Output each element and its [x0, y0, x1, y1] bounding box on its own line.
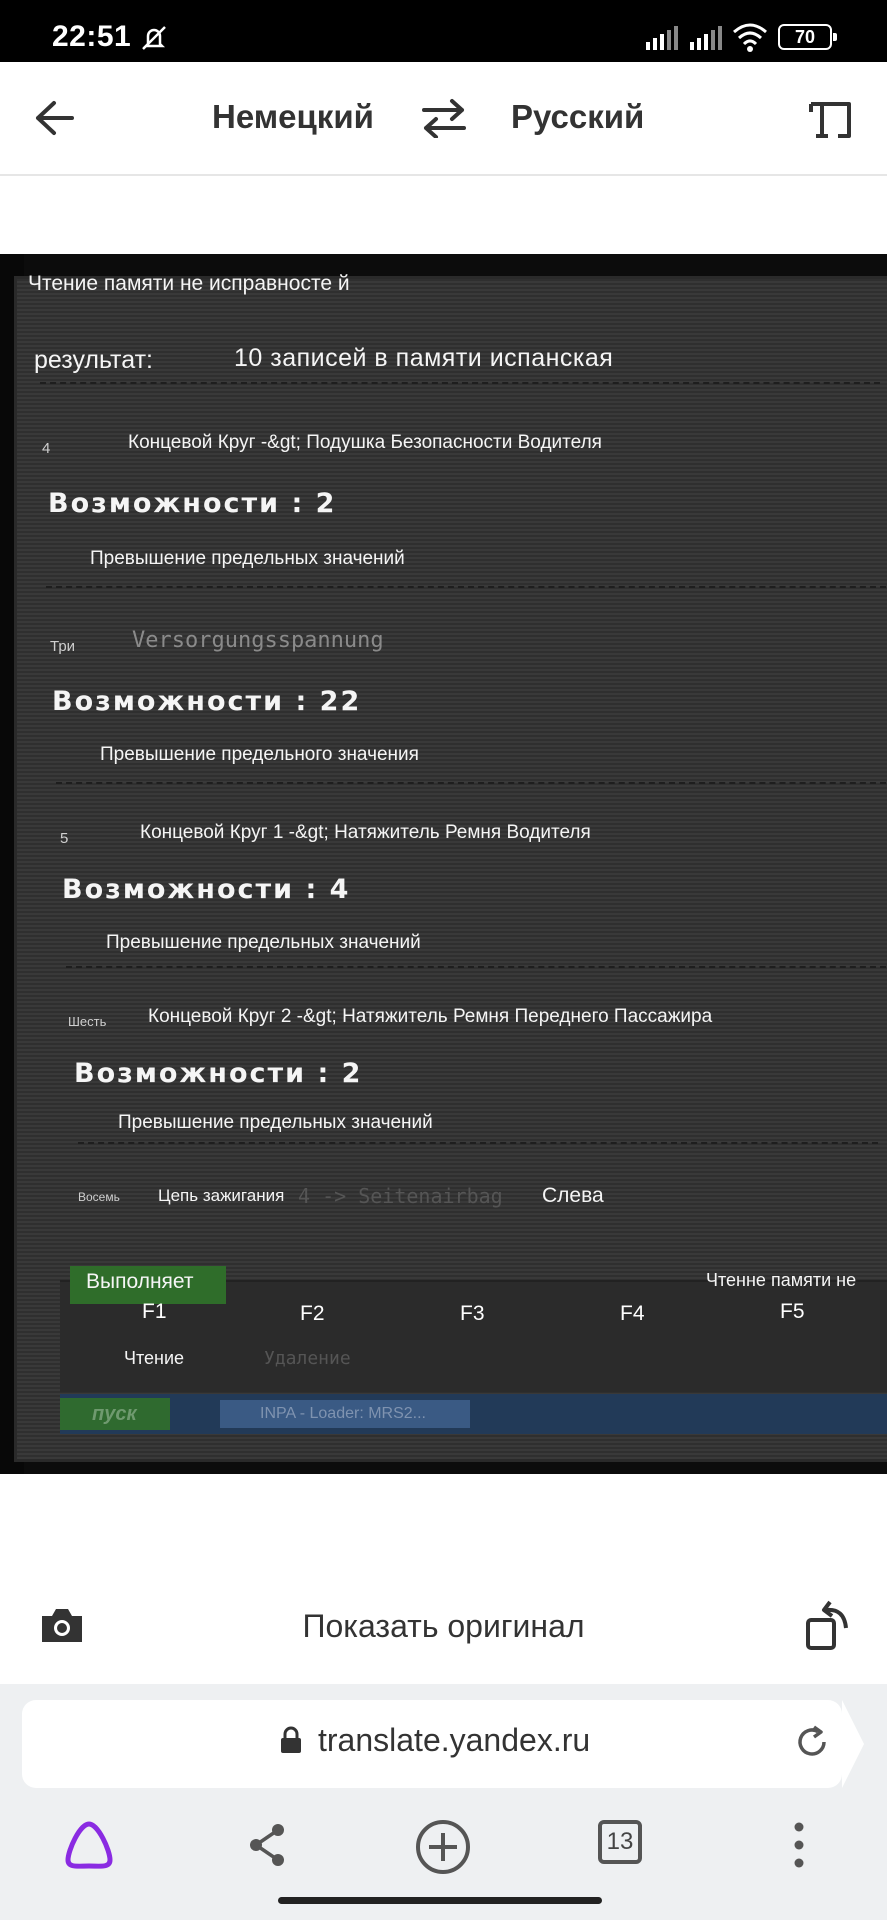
browser-navbar: 13	[0, 1804, 887, 1894]
status-time: 22:51	[52, 20, 132, 53]
browser-chrome: translate.yandex.ru 13	[0, 1684, 887, 1920]
record-description: Превышение предельных значений	[90, 548, 405, 569]
more-menu-icon[interactable]	[784, 1818, 814, 1872]
signal-icon	[646, 26, 678, 50]
rotate-icon[interactable]	[804, 1598, 852, 1652]
record-ghost-text: 4 -> Seitenairbag	[298, 1184, 503, 1208]
battery-indicator: 70	[778, 24, 837, 50]
record-number: Шесть	[68, 1014, 107, 1029]
record-side: Слева	[542, 1184, 604, 1207]
record-number: Восемь	[78, 1190, 120, 1204]
share-icon[interactable]	[244, 1818, 292, 1872]
result-label: результат:	[34, 346, 153, 374]
translate-header: Немецкий Русский	[0, 62, 887, 176]
fkey-f4: F4	[620, 1302, 645, 1325]
fkey-f5: F5	[780, 1300, 805, 1323]
source-language-button[interactable]: Немецкий	[212, 98, 374, 136]
f1-sublabel: Чтение	[124, 1348, 185, 1368]
taskbar-item: INPA - Loader: MRS2...	[220, 1400, 470, 1428]
target-language-button[interactable]: Русский	[511, 98, 644, 136]
swap-languages-icon[interactable]	[420, 98, 468, 138]
text-mode-icon[interactable]	[808, 100, 852, 140]
f2-sublabel: Удаление	[264, 1348, 351, 1369]
right-status-text: Чтенне памяти не	[706, 1270, 857, 1290]
fkey-f3: F3	[460, 1302, 485, 1325]
fkey-f2: F2	[300, 1302, 325, 1325]
url-text[interactable]: translate.yandex.ru	[318, 1722, 590, 1759]
reload-icon[interactable]	[794, 1724, 830, 1760]
wifi-icon	[733, 23, 767, 52]
result-value: 10 записей в памяти испанская	[234, 344, 614, 372]
record-number: 4	[42, 440, 51, 457]
record-description: Превышение предельных значений	[118, 1112, 433, 1133]
windows-taskbar: пуск INPA - Loader: MRS2...	[60, 1394, 887, 1434]
record-capability: Возможности : 2	[74, 1058, 363, 1089]
show-original-button[interactable]: Показать оригинал	[0, 1608, 887, 1645]
photo-actions: Показать оригинал	[0, 1580, 887, 1672]
record-description: Превышение предельного значения	[100, 744, 419, 765]
record-capability: Возможности : 22	[52, 686, 362, 717]
status-bar: 22:51 70	[0, 0, 887, 62]
new-tab-icon[interactable]	[414, 1818, 472, 1876]
record-title: Концевой Круг 2 -&gt; Натяжитель Ремня П…	[148, 1006, 713, 1027]
signal-icon-2	[690, 26, 722, 50]
record-capability: Возможности : 2	[48, 488, 337, 519]
record-number: 5	[60, 830, 69, 847]
fkey-f1: F1	[142, 1300, 167, 1323]
tabs-count-button[interactable]: 13	[598, 1820, 642, 1864]
lock-icon	[281, 1726, 301, 1753]
record-capability: Возможности : 4	[62, 874, 351, 905]
home-indicator[interactable]	[278, 1897, 602, 1904]
address-bar[interactable]: translate.yandex.ru	[22, 1700, 864, 1788]
alice-assistant-icon[interactable]	[62, 1818, 116, 1872]
back-arrow-icon[interactable]	[34, 100, 74, 136]
record-description: Превышение предельных значений	[106, 932, 421, 953]
do-not-disturb-icon	[142, 26, 166, 50]
translated-photo: Чтение памяти не исправносте й результат…	[0, 254, 887, 1474]
start-button: пуск	[60, 1398, 170, 1430]
record-title: Цепь зажигания	[158, 1186, 285, 1205]
record-title: Versorgungsspannung	[132, 628, 384, 653]
window-title: Чтение памяти не исправносте й	[28, 272, 350, 295]
record-title: Концевой Круг 1 -&gt; Натяжитель Ремня В…	[140, 822, 591, 843]
record-number: Три	[50, 638, 76, 655]
record-title: Концевой Круг -&gt; Подушка Безопасности…	[128, 432, 602, 453]
execute-label: Выполняет	[86, 1270, 194, 1293]
